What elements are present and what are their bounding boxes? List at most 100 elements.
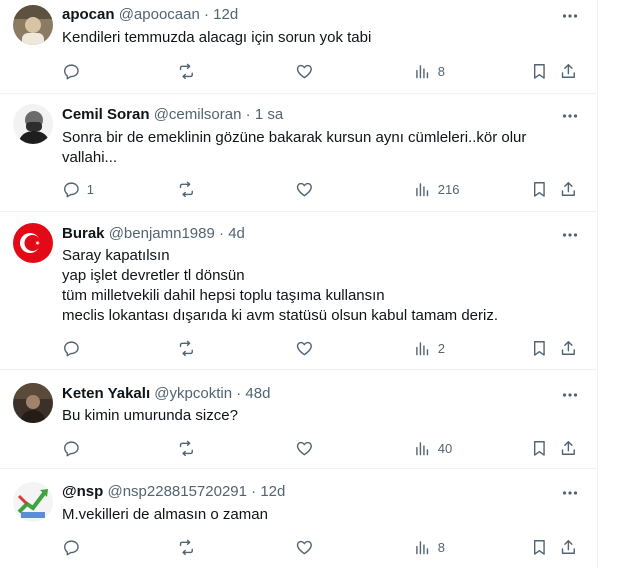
views-button[interactable]: 8 [413,537,445,557]
author-name[interactable]: @nsp [62,483,103,500]
tweet-text: Kendileri temmuzda alacagı için sorun yo… [62,28,562,48]
reply-count: 1 [86,181,94,197]
bookmark-button[interactable] [530,338,549,358]
author-name[interactable]: Burak [62,225,105,242]
separator-dot: · [236,385,242,402]
like-button[interactable] [295,338,320,358]
views-button[interactable]: 2 [413,338,445,358]
analytics-icon [416,441,429,455]
share-button[interactable] [559,61,578,81]
analytics-icon [416,341,429,355]
timestamp[interactable]: 4d [228,225,245,242]
text-line: vallahi... [62,149,118,166]
author-handle[interactable]: @ykpcoktin [154,385,232,402]
views-button[interactable]: 40 [413,438,452,458]
author-handle[interactable]: @apoocaan [119,6,200,23]
avatar[interactable] [13,482,53,522]
timestamp[interactable]: 48d [245,385,270,402]
author-name[interactable]: apocan [62,6,115,23]
action-bar: 1 216 [0,179,598,199]
author-handle[interactable]: @benjamn1989 [109,225,215,242]
reply-button[interactable] [62,61,87,81]
author-name[interactable]: Cemil Soran [62,106,150,123]
tweet[interactable]: Cemil Soran @cemilsoran · 1 sa Sonra bir… [0,94,598,210]
action-bar: 2 [0,338,598,358]
view-count: 8 [437,539,445,555]
bookmark-button[interactable] [530,537,549,557]
tweet-text: M.vekilleri de almasın o zaman [62,505,562,525]
text-line: yap işlet devretler tl dönsün [62,267,245,284]
like-button[interactable] [295,179,320,199]
reply-icon [64,182,79,198]
author-handle[interactable]: @cemilsoran [154,106,242,123]
bookmark-icon [533,440,545,456]
reply-button[interactable]: 1 [62,179,94,199]
retweet-icon [179,340,193,356]
like-button[interactable] [295,438,320,458]
avatar[interactable] [13,5,53,45]
retweet-button[interactable] [177,537,202,557]
bookmark-icon [533,181,545,197]
more-icon [562,491,578,495]
avatar[interactable] [13,104,53,144]
share-icon [561,63,575,78]
share-icon [561,181,575,196]
more-options-button[interactable] [560,225,580,245]
text-line: Bu kimin umurunda sizce? [62,407,238,424]
timestamp[interactable]: 12d [260,483,285,500]
retweet-button[interactable] [177,438,202,458]
more-options-button[interactable] [560,385,580,405]
tweet[interactable]: Keten Yakalı @ykpcoktin · 48d Bu kimin u… [0,370,598,468]
separator-dot: · [251,483,257,500]
reply-button[interactable] [62,338,87,358]
share-button[interactable] [559,537,578,557]
like-button[interactable] [295,61,320,81]
share-button[interactable] [559,338,578,358]
view-count: 216 [437,181,460,197]
more-options-button[interactable] [560,483,580,503]
heart-icon [296,341,312,355]
timestamp[interactable]: 12d [213,6,238,23]
share-button[interactable] [559,438,578,458]
share-icon [561,539,575,554]
separator-dot: · [219,225,225,242]
analytics-icon [416,540,429,554]
more-options-button[interactable] [560,106,580,126]
retweet-button[interactable] [177,338,202,358]
heart-icon [296,441,312,455]
bookmark-icon [533,340,545,356]
separator-dot: · [203,6,209,23]
views-button[interactable]: 8 [413,61,445,81]
avatar[interactable] [13,383,53,423]
text-line: Kendileri temmuzda alacagı için sorun yo… [62,29,372,46]
more-options-button[interactable] [560,6,580,26]
retweet-button[interactable] [177,61,202,81]
timestamp[interactable]: 1 sa [255,106,283,123]
retweet-icon [179,181,193,197]
tweet[interactable]: apocan @apoocaan · 12d Kendileri temmuzd… [0,0,598,93]
bookmark-button[interactable] [530,179,549,199]
text-line: Sonra bir de emeklinin gözüne bakarak ku… [62,129,527,146]
action-bar: 8 [0,537,598,557]
reply-button[interactable] [62,537,87,557]
share-button[interactable] [559,179,578,199]
analytics-icon [416,64,429,78]
tweet-text: Saray kapatılsın yap işlet devretler tl … [62,246,562,326]
retweet-button[interactable] [177,179,202,199]
tweet-text: Sonra bir de emeklinin gözüne bakarak ku… [62,128,562,168]
text-line: meclis lokantası dışarıda ki avm statüsü… [62,307,499,324]
tweet[interactable]: @nsp @nsp228815720291 · 12d M.vekilleri … [0,469,598,568]
share-icon [561,440,575,455]
author-name[interactable]: Keten Yakalı [62,385,150,402]
action-bar: 40 [0,438,598,458]
reply-button[interactable] [62,438,87,458]
tweet[interactable]: Burak @benjamn1989 · 4d Saray kapatılsın… [0,212,598,369]
bookmark-button[interactable] [530,61,549,81]
action-bar: 8 [0,61,598,81]
separator-dot: · [245,106,251,123]
author-handle[interactable]: @nsp228815720291 [107,483,247,500]
avatar[interactable] [13,223,53,263]
like-button[interactable] [295,537,320,557]
bookmark-button[interactable] [530,438,549,458]
views-button[interactable]: 216 [413,179,459,199]
